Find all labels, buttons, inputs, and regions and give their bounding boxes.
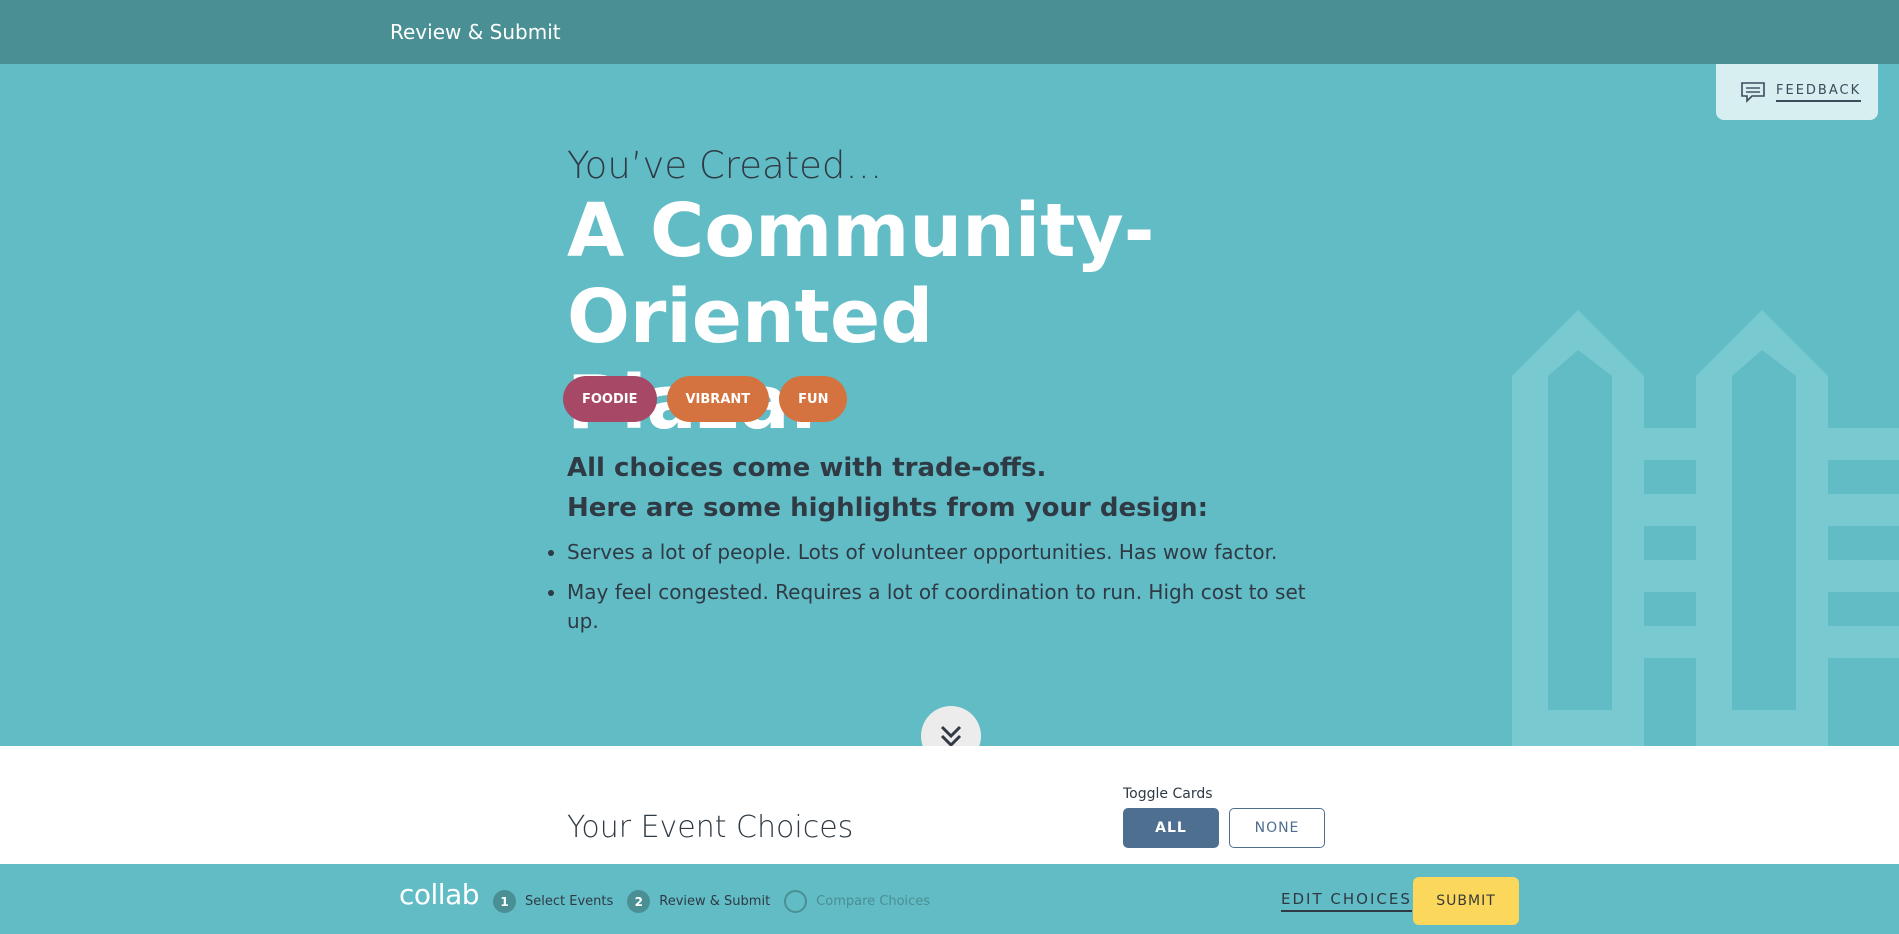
hero-section: FEEDBACK You’ve Created… A Community-Ori… — [0, 64, 1899, 746]
top-bar: Review & Submit — [0, 0, 1899, 64]
tag-fun: FUN — [779, 376, 848, 422]
hero-subtitle: You’ve Created… — [567, 144, 883, 187]
progress-steps: 1 Select Events 2 Review & Submit Compar… — [493, 890, 944, 913]
step-label: Review & Submit — [659, 894, 771, 909]
tradeoff-line-1: All choices come with trade-offs. — [567, 453, 1047, 483]
step-label: Select Events — [525, 894, 614, 909]
tag-vibrant: VIBRANT — [666, 376, 770, 422]
tradeoff-line-2: Here are some highlights from your desig… — [567, 493, 1208, 523]
step-compare-choices[interactable]: Compare Choices — [784, 890, 930, 913]
highlight-item: May feel congested. Requires a lot of co… — [567, 578, 1317, 636]
toggle-none-button[interactable]: NONE — [1229, 808, 1325, 848]
tag-foodie: FOODIE — [563, 376, 657, 422]
step-select-events[interactable]: 1 Select Events — [493, 890, 613, 913]
tag-list: FOODIE VIBRANT FUN — [563, 376, 848, 422]
edit-choices-link[interactable]: EDIT CHOICES — [1281, 890, 1412, 912]
step-number: 1 — [493, 890, 516, 913]
tradeoff-heading: All choices come with trade-offs. Here a… — [567, 448, 1208, 528]
toggle-all-button[interactable]: ALL — [1123, 808, 1219, 848]
feedback-label: FEEDBACK — [1776, 83, 1862, 102]
step-label: Compare Choices — [816, 894, 931, 909]
step-review-submit[interactable]: 2 Review & Submit — [627, 890, 770, 913]
highlight-item: Serves a lot of people. Lots of voluntee… — [567, 538, 1317, 567]
section-title: Your Event Choices — [567, 810, 854, 845]
fence-illustration — [1512, 310, 1899, 746]
comment-icon — [1741, 82, 1765, 103]
submit-button[interactable]: SUBMIT — [1413, 877, 1519, 925]
page-title: Review & Submit — [390, 20, 561, 44]
highlights-list: Serves a lot of people. Lots of voluntee… — [544, 538, 1317, 647]
bottom-nav-bar: collab 1 Select Events 2 Review & Submit… — [0, 864, 1899, 934]
step-number: 2 — [627, 890, 651, 913]
collab-logo[interactable]: collab — [399, 878, 480, 911]
step-circle-empty — [784, 890, 808, 913]
event-choices-section: Your Event Choices Toggle Cards ALL NONE — [0, 746, 1899, 864]
feedback-button[interactable]: FEEDBACK — [1716, 64, 1878, 120]
toggle-cards-label: Toggle Cards — [1123, 786, 1213, 802]
